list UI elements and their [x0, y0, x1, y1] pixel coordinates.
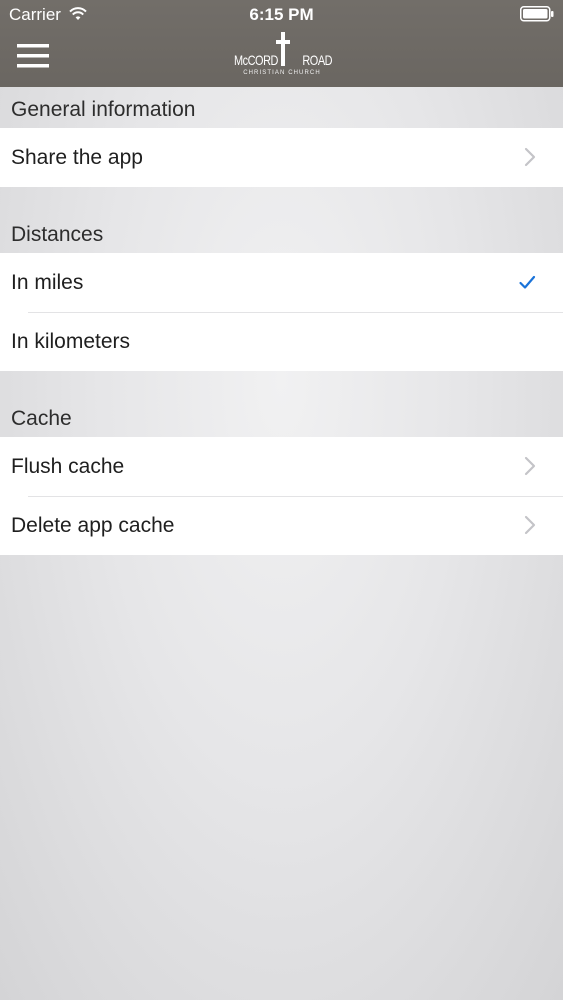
section-header-distances: Distances: [0, 187, 563, 253]
in-miles-row[interactable]: In miles: [0, 253, 563, 312]
chevron-right-icon: [524, 147, 536, 167]
chevron-right-icon: [524, 456, 536, 476]
settings-group-cache: Flush cache Delete app cache: [0, 437, 563, 555]
hamburger-menu-icon[interactable]: [17, 43, 49, 69]
chevron-right-icon: [524, 515, 536, 535]
section-header-cache: Cache: [0, 371, 563, 437]
row-label: Delete app cache: [11, 514, 175, 537]
status-time: 6:15 PM: [249, 5, 314, 24]
section-header-label: Distances: [11, 223, 104, 246]
share-app-row[interactable]: Share the app: [0, 128, 563, 187]
navigation-bar: Carrier 6:15 PM McCORD ROAD CHRISTIAN CH…: [0, 0, 563, 87]
logo-subtitle: CHRISTIAN CHURCH: [243, 70, 321, 76]
battery-icon: [520, 6, 554, 27]
settings-group-general: Share the app: [0, 128, 563, 187]
row-label: Flush cache: [11, 455, 125, 478]
settings-group-distances: In miles In kilometers: [0, 253, 563, 371]
cross-icon: [276, 32, 290, 66]
row-label: In kilometers: [11, 330, 131, 353]
row-label: In miles: [11, 271, 84, 294]
section-header-label: General information: [11, 98, 196, 121]
row-label: Share the app: [11, 146, 143, 169]
logo-word-left: McCORD: [234, 52, 278, 68]
section-header-label: Cache: [11, 407, 72, 430]
in-kilometers-row[interactable]: In kilometers: [0, 312, 563, 371]
flush-cache-row[interactable]: Flush cache: [0, 437, 563, 496]
checkmark-icon: [519, 275, 536, 289]
logo-word-right: ROAD: [302, 52, 332, 68]
section-header-general: General information: [0, 87, 563, 128]
delete-app-cache-row[interactable]: Delete app cache: [0, 496, 563, 555]
status-bar: Carrier 6:15 PM: [0, 0, 563, 30]
church-logo: McCORD ROAD CHRISTIAN CHURCH: [234, 32, 332, 80]
